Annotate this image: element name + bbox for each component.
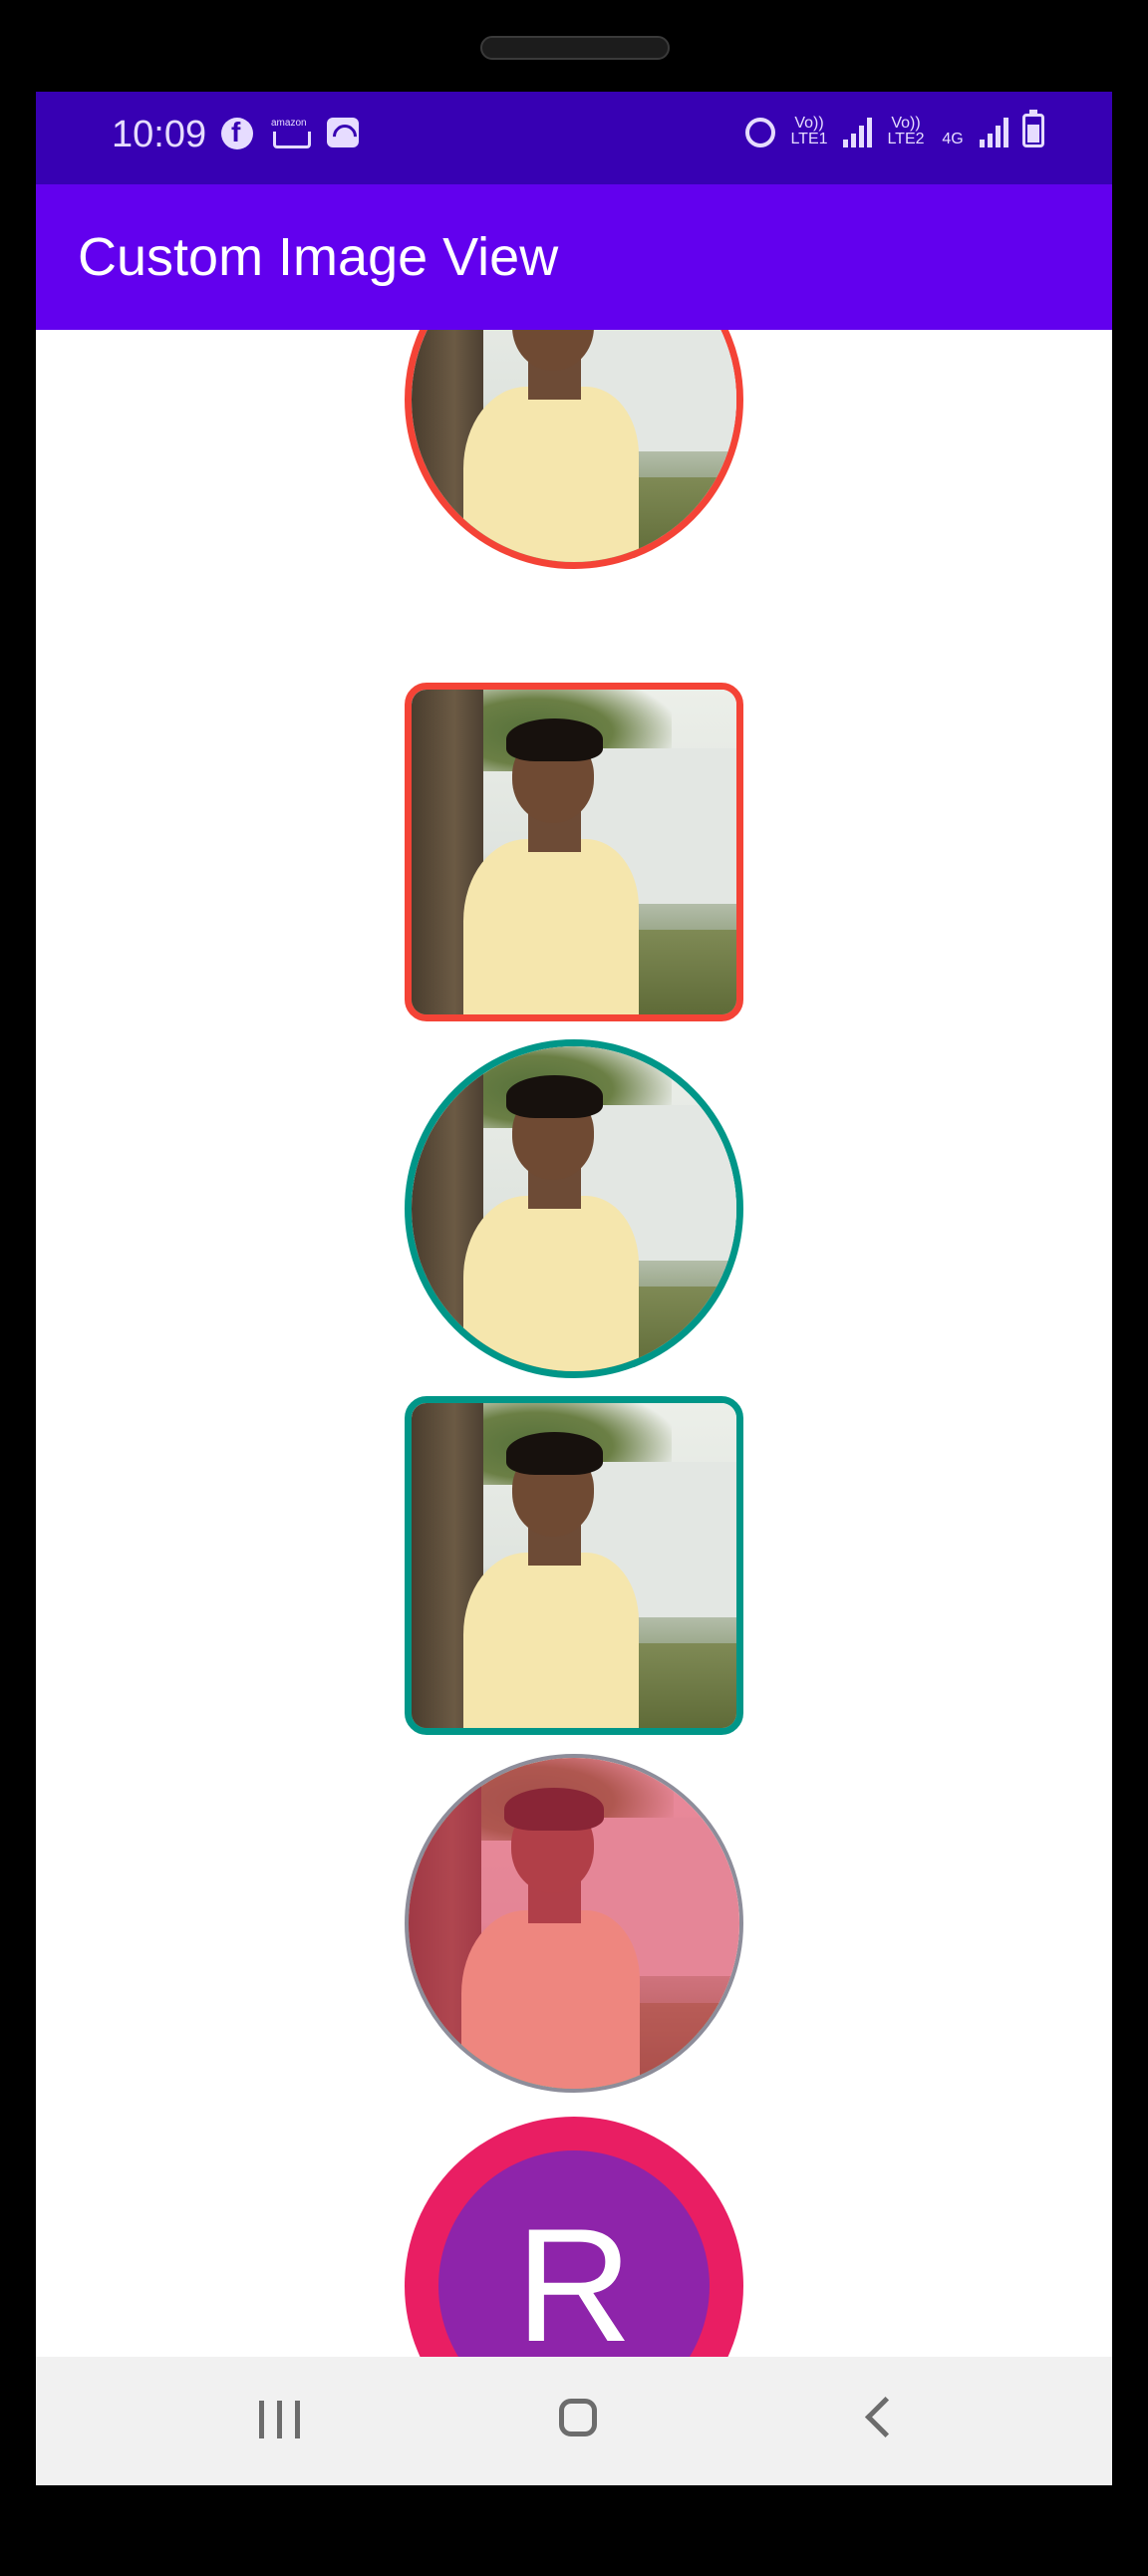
home-icon[interactable]: [552, 2393, 612, 2448]
profile-photo: [412, 1403, 736, 1728]
phone-frame: 10:09 amazon Vo)) LTE1 Vo)) LTE2 4G Cust…: [0, 0, 1148, 2576]
notification-icons: amazon: [221, 117, 359, 151]
image-list[interactable]: R: [36, 330, 1112, 2357]
facebook-icon: [221, 117, 253, 149]
profile-photo: [412, 1046, 736, 1371]
app-bar: Custom Image View: [36, 184, 1112, 330]
rounded-image-view-red[interactable]: [405, 683, 743, 1021]
device-screen: 10:09 amazon Vo)) LTE1 Vo)) LTE2 4G Cust…: [36, 92, 1112, 2485]
monogram-fill: R: [438, 2150, 710, 2357]
back-icon[interactable]: [851, 2393, 911, 2448]
color-tint-overlay: [409, 1758, 739, 2089]
status-time: 10:09: [112, 114, 207, 155]
recent-apps-icon[interactable]: [255, 2393, 315, 2448]
system-status-icons: Vo)) LTE1 Vo)) LTE2 4G: [745, 110, 1044, 147]
monogram-letter: R: [515, 2195, 633, 2357]
status-bar: 10:09 amazon Vo)) LTE1 Vo)) LTE2 4G: [36, 92, 1112, 184]
amazon-icon: amazon: [271, 118, 311, 151]
monogram-avatar[interactable]: R: [405, 2117, 743, 2357]
app-title: Custom Image View: [78, 227, 559, 287]
profile-photo: [412, 690, 736, 1014]
circle-image-view-teal[interactable]: [405, 1039, 743, 1378]
earpiece-speaker: [480, 36, 670, 60]
signal-icon: [980, 116, 1008, 147]
volte-lte1-icon: Vo)) LTE1: [790, 115, 828, 147]
signal-icon: [843, 116, 872, 147]
battery-charging-icon: [1022, 110, 1044, 147]
volte-lte2-icon: Vo)) LTE2: [887, 115, 925, 147]
alarm-icon: [745, 118, 775, 147]
tinted-circle-image-view[interactable]: [405, 1754, 743, 2093]
profile-photo: [409, 1758, 739, 2089]
wifi-calling-icon: [327, 118, 359, 147]
profile-photo: [412, 330, 736, 562]
rounded-image-view-teal[interactable]: [405, 1396, 743, 1735]
circle-image-view-red[interactable]: [405, 330, 743, 569]
navigation-bar: [36, 2357, 1112, 2485]
network-4g-icon: 4G: [942, 131, 964, 147]
